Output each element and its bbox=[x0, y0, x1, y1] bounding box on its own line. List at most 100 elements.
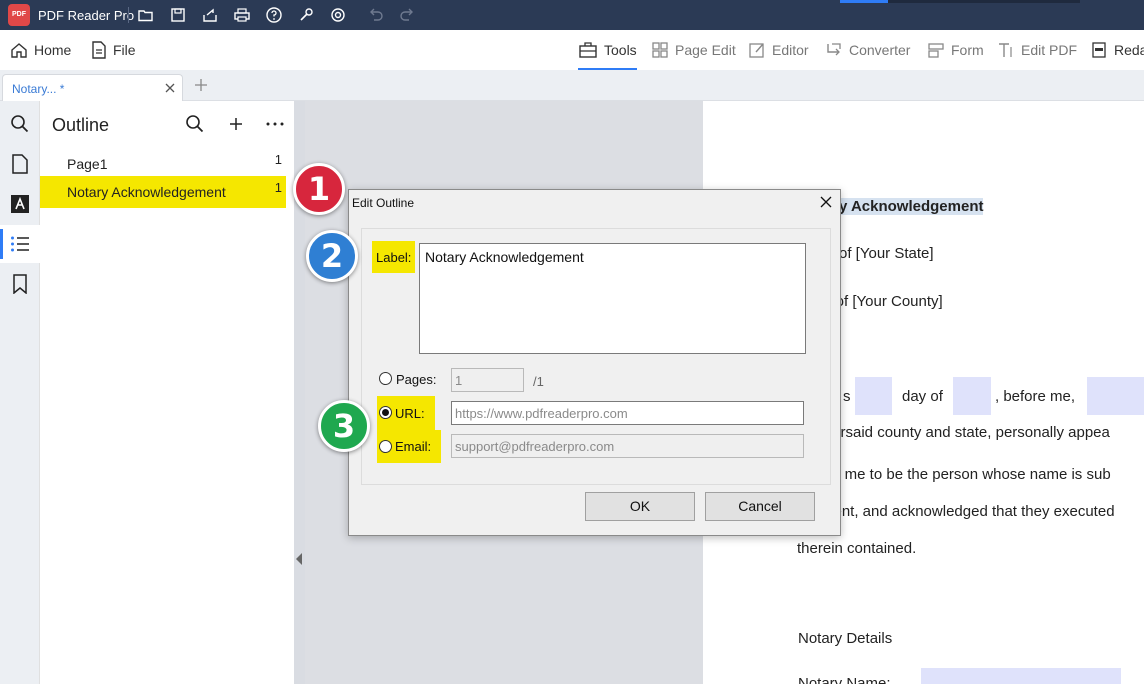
ok-button[interactable]: OK bbox=[585, 492, 695, 521]
sidebar-thumbnails-button[interactable] bbox=[0, 145, 40, 183]
file-icon bbox=[92, 41, 106, 59]
new-tab-icon[interactable] bbox=[194, 78, 208, 92]
outline-search-icon[interactable] bbox=[185, 114, 205, 134]
url-radio[interactable] bbox=[379, 406, 392, 419]
main-toolbar: Home File Tools Page Edit Editor Convert… bbox=[0, 30, 1144, 70]
app-logo: PDF bbox=[8, 4, 30, 26]
close-tab-icon[interactable] bbox=[164, 82, 176, 94]
home-icon bbox=[11, 43, 27, 58]
document-tab-bar: Notary... * bbox=[0, 70, 1144, 102]
save-icon[interactable] bbox=[169, 6, 187, 24]
url-input[interactable]: https://www.pdfreaderpro.com bbox=[451, 401, 804, 425]
sidebar-bookmarks-button[interactable] bbox=[0, 265, 40, 303]
outline-panel: Outline Page1 1 Notary Acknowledgement 1 bbox=[40, 101, 294, 684]
app-name: PDF Reader Pro bbox=[38, 8, 135, 23]
document-tab[interactable]: Notary... * bbox=[2, 74, 183, 102]
tab-converter[interactable]: Converter bbox=[825, 30, 910, 70]
pages-input[interactable]: 1 bbox=[451, 368, 524, 392]
home-button[interactable]: Home bbox=[10, 30, 71, 70]
tools-wrench-icon[interactable] bbox=[297, 6, 315, 24]
print-icon[interactable] bbox=[233, 6, 251, 24]
edit-pencil-icon bbox=[749, 43, 764, 58]
email-radio[interactable] bbox=[379, 440, 392, 453]
cancel-button[interactable]: Cancel bbox=[705, 492, 815, 521]
sidebar-search-button[interactable] bbox=[0, 105, 40, 143]
window-accent-dark bbox=[888, 0, 1080, 3]
edit-outline-dialog: Edit Outline Label: Notary Acknowledgeme… bbox=[348, 189, 841, 536]
dialog-close-icon[interactable] bbox=[820, 196, 832, 208]
title-bar: PDF PDF Reader Pro bbox=[0, 0, 1144, 30]
title-separator bbox=[128, 7, 129, 23]
doc-state: of [Your State] bbox=[839, 245, 934, 262]
tab-redact[interactable]: Reda bbox=[1090, 30, 1144, 70]
sidebar-annotations-button[interactable] bbox=[0, 185, 40, 223]
outline-item-page: 1 bbox=[274, 180, 282, 195]
doc-heading: y Acknowledgement bbox=[839, 198, 984, 215]
bookmark-icon bbox=[13, 274, 27, 294]
page-grid-icon bbox=[652, 42, 668, 58]
form-field-notary-name[interactable] bbox=[921, 668, 1121, 684]
doc-line5: therein contained. bbox=[797, 540, 917, 557]
doc-line1b: day of bbox=[902, 388, 943, 405]
doc-notary-details: Notary Details bbox=[798, 630, 893, 647]
tab-edit-pdf[interactable]: Edit PDF bbox=[997, 30, 1077, 70]
sidebar-outline-button[interactable] bbox=[0, 225, 40, 263]
redact-icon bbox=[1092, 42, 1106, 58]
doc-county: y of [Your County] bbox=[824, 293, 943, 310]
doc-line3: to me to be the person whose name is sub bbox=[828, 466, 1111, 483]
redact-label: Reda bbox=[1114, 42, 1144, 58]
callout-badge-2: 2 bbox=[306, 230, 358, 282]
outline-list-icon bbox=[11, 236, 29, 252]
search-icon bbox=[11, 115, 29, 133]
email-input[interactable]: support@pdfreaderpro.com bbox=[451, 434, 804, 458]
doc-line4: ment, and acknowledged that they execute… bbox=[821, 503, 1115, 520]
form-field-month[interactable] bbox=[953, 377, 991, 415]
form-icon bbox=[928, 43, 944, 58]
label-caption: Label: bbox=[372, 241, 416, 273]
outline-item-label: Page1 bbox=[67, 156, 108, 172]
pages-caption: Pages: bbox=[396, 372, 437, 387]
open-folder-icon[interactable] bbox=[137, 6, 155, 24]
callout-badge-1: 1 bbox=[293, 163, 345, 215]
editor-label: Editor bbox=[772, 42, 809, 58]
edit-pdf-label: Edit PDF bbox=[1021, 42, 1078, 58]
page-edit-label: Page Edit bbox=[675, 42, 736, 58]
callout-badge-3: 3 bbox=[318, 400, 370, 452]
text-edit-icon bbox=[999, 43, 1012, 57]
page-icon bbox=[12, 154, 28, 174]
sidebar-rail bbox=[0, 101, 40, 684]
tab-form[interactable]: Form bbox=[927, 30, 984, 70]
tools-label: Tools bbox=[604, 42, 637, 58]
more-options-icon[interactable] bbox=[265, 121, 285, 127]
home-label: Home bbox=[34, 42, 72, 58]
window-accent bbox=[840, 0, 888, 3]
undo-icon[interactable] bbox=[367, 6, 385, 24]
doc-line1c: , before me, bbox=[995, 388, 1076, 405]
share-icon[interactable] bbox=[201, 6, 219, 24]
document-tab-label: Notary... * bbox=[12, 82, 65, 96]
toolbox-icon bbox=[579, 42, 597, 58]
converter-label: Converter bbox=[849, 42, 911, 58]
outline-title: Outline bbox=[52, 115, 110, 135]
file-label: File bbox=[113, 42, 136, 58]
label-input[interactable]: Notary Acknowledgement bbox=[419, 243, 806, 354]
tab-tools[interactable]: Tools bbox=[578, 30, 637, 70]
help-icon[interactable] bbox=[265, 6, 283, 24]
tab-editor[interactable]: Editor bbox=[748, 30, 809, 70]
form-field-name[interactable] bbox=[1087, 377, 1144, 415]
collapse-arrow-icon[interactable] bbox=[296, 553, 303, 565]
outline-item-page: 1 bbox=[274, 152, 282, 167]
form-field-day[interactable] bbox=[855, 377, 892, 415]
file-button[interactable]: File bbox=[91, 30, 136, 70]
add-outline-icon[interactable] bbox=[228, 116, 244, 132]
tab-page-edit[interactable]: Page Edit bbox=[651, 30, 736, 70]
redo-icon[interactable] bbox=[398, 6, 416, 24]
outline-item-label: Notary Acknowledgement bbox=[67, 184, 226, 200]
settings-gear-icon[interactable] bbox=[329, 6, 347, 24]
doc-notary-name: Notary Name: bbox=[798, 675, 891, 684]
pages-radio[interactable] bbox=[379, 372, 392, 385]
pages-total: /1 bbox=[533, 374, 544, 389]
doc-line2: forsaid county and state, personally app… bbox=[828, 424, 1110, 441]
outline-item-notary[interactable]: Notary Acknowledgement 1 bbox=[40, 176, 286, 208]
dialog-title: Edit Outline bbox=[352, 196, 415, 210]
